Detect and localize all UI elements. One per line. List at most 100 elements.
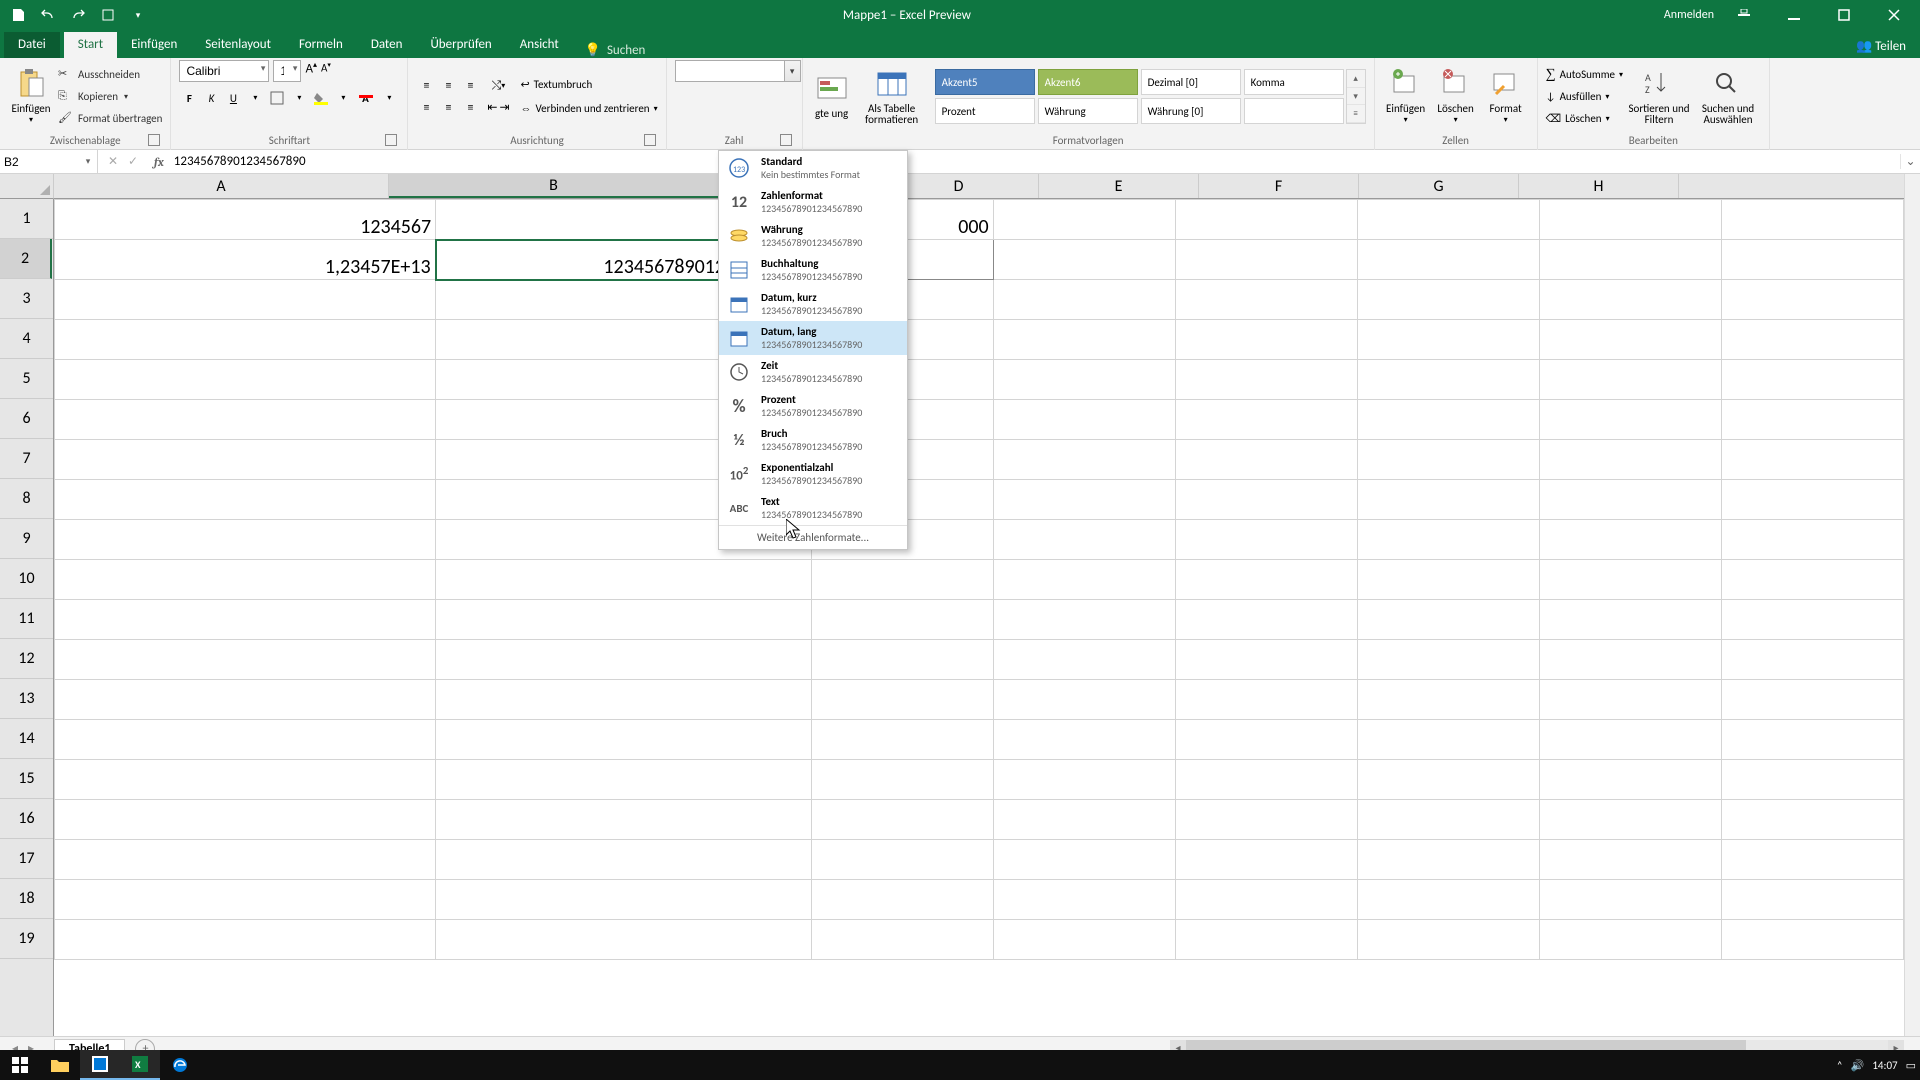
border-button[interactable]: [267, 88, 287, 108]
cell-D1[interactable]: [993, 200, 1175, 240]
align-bot[interactable]: ≡: [460, 76, 480, 96]
undo-icon[interactable]: [36, 3, 60, 27]
cell-B12[interactable]: [436, 640, 811, 680]
tab-view[interactable]: Ansicht: [506, 32, 573, 58]
row-header-12[interactable]: 12: [0, 639, 53, 679]
orientation-button[interactable]: ⤭▾: [488, 76, 508, 96]
cell-C18[interactable]: [811, 880, 993, 920]
fill-color-dd[interactable]: ▾: [333, 88, 353, 108]
align-top[interactable]: ≡: [416, 76, 436, 96]
fx-expand-icon[interactable]: ⌄: [1900, 154, 1920, 169]
row-header-5[interactable]: 5: [0, 359, 53, 399]
fill-color-button[interactable]: [311, 88, 331, 108]
row-header-19[interactable]: 19: [0, 919, 53, 959]
cells-area[interactable]: 1234567123450001,23457E+1312345678901234…: [54, 199, 1904, 1036]
number-format-input[interactable]: [675, 60, 785, 82]
cond-format-button[interactable]: gte ung: [811, 64, 853, 130]
nf-option-6[interactable]: Zeit12345678901234567890: [719, 355, 907, 389]
cell-F8[interactable]: [1357, 480, 1539, 520]
cell-F14[interactable]: [1357, 720, 1539, 760]
row-header-6[interactable]: 6: [0, 399, 53, 439]
cell-H5[interactable]: [1721, 360, 1903, 400]
cell-C15[interactable]: [811, 760, 993, 800]
nf-option-9[interactable]: 102 Exponentialzahl12345678901234567890: [719, 457, 907, 491]
cell-A18[interactable]: [55, 880, 436, 920]
cell-E18[interactable]: [1175, 880, 1357, 920]
close-icon[interactable]: [1874, 0, 1914, 30]
insert-button[interactable]: Einfügen▾: [1383, 64, 1429, 130]
col-header-A[interactable]: A: [54, 174, 389, 198]
style-prozent[interactable]: Prozent: [935, 98, 1035, 124]
cell-F15[interactable]: [1357, 760, 1539, 800]
col-header-B[interactable]: B: [389, 174, 719, 198]
col-header-F[interactable]: F: [1199, 174, 1359, 198]
volume-icon[interactable]: 🔊: [1851, 1059, 1865, 1072]
col-header-E[interactable]: E: [1039, 174, 1199, 198]
nf-option-2[interactable]: Währung12345678901234567890: [719, 219, 907, 253]
cell-C19[interactable]: [811, 920, 993, 960]
cell-G2[interactable]: [1539, 240, 1721, 280]
start-button[interactable]: [0, 1050, 40, 1080]
cut-button[interactable]: ✂Ausschneiden: [58, 65, 162, 85]
cell-F17[interactable]: [1357, 840, 1539, 880]
align-left[interactable]: ≡: [416, 98, 436, 118]
cell-A2[interactable]: 1,23457E+13: [55, 240, 436, 280]
store-icon[interactable]: [80, 1050, 120, 1080]
cell-E9[interactable]: [1175, 520, 1357, 560]
row-header-10[interactable]: 10: [0, 559, 53, 599]
cell-E10[interactable]: [1175, 560, 1357, 600]
cell-A19[interactable]: [55, 920, 436, 960]
paste-button[interactable]: Einfügen ▾: [8, 64, 54, 130]
delete-button[interactable]: Löschen▾: [1433, 64, 1479, 130]
maximize-icon[interactable]: [1824, 0, 1864, 30]
redo-icon[interactable]: [66, 3, 90, 27]
sum-button[interactable]: ∑AutoSumme▾: [1546, 65, 1623, 85]
cell-E11[interactable]: [1175, 600, 1357, 640]
row-header-2[interactable]: 2: [0, 239, 52, 279]
inc-indent[interactable]: ⇥: [499, 98, 509, 118]
cell-B13[interactable]: [436, 680, 811, 720]
cell-G3[interactable]: [1539, 280, 1721, 320]
minimize-icon[interactable]: [1774, 0, 1814, 30]
cell-G1[interactable]: [1539, 200, 1721, 240]
cell-H18[interactable]: [1721, 880, 1903, 920]
cell-D10[interactable]: [993, 560, 1175, 600]
align-dlaunch[interactable]: [644, 134, 656, 146]
cell-A6[interactable]: [55, 400, 436, 440]
row-header-8[interactable]: 8: [0, 479, 53, 519]
tab-review[interactable]: Überprüfen: [416, 32, 505, 58]
cell-F13[interactable]: [1357, 680, 1539, 720]
font-color-dd[interactable]: ▾: [379, 88, 399, 108]
cell-G18[interactable]: [1539, 880, 1721, 920]
cell-E13[interactable]: [1175, 680, 1357, 720]
gallery-more[interactable]: ▴▾≡: [1346, 69, 1366, 124]
format-painter-button[interactable]: 🖌Format übertragen: [58, 109, 162, 129]
formula-input[interactable]: [170, 151, 1900, 173]
cell-H2[interactable]: [1721, 240, 1903, 280]
sort-button[interactable]: AZSortieren und Filtern: [1627, 64, 1691, 130]
row-header-7[interactable]: 7: [0, 439, 53, 479]
font-color-button[interactable]: A: [355, 88, 375, 108]
cell-B18[interactable]: [436, 880, 811, 920]
cell-E7[interactable]: [1175, 440, 1357, 480]
cell-B19[interactable]: [436, 920, 811, 960]
cell-D17[interactable]: [993, 840, 1175, 880]
style-waehrung0[interactable]: Währung [0]: [1141, 98, 1241, 124]
tab-layout[interactable]: Seitenlayout: [191, 32, 285, 58]
bold-button[interactable]: F: [179, 88, 199, 108]
cell-A13[interactable]: [55, 680, 436, 720]
font-dlaunch[interactable]: [385, 134, 397, 146]
vertical-scrollbar[interactable]: [1904, 174, 1920, 1036]
cell-G12[interactable]: [1539, 640, 1721, 680]
col-header-G[interactable]: G: [1359, 174, 1519, 198]
cell-D5[interactable]: [993, 360, 1175, 400]
find-button[interactable]: Suchen und Auswählen: [1695, 64, 1761, 130]
cell-H10[interactable]: [1721, 560, 1903, 600]
cell-A11[interactable]: [55, 600, 436, 640]
dec-indent[interactable]: ⇤: [487, 98, 497, 118]
cell-A16[interactable]: [55, 800, 436, 840]
edge-icon[interactable]: [160, 1050, 200, 1080]
underline-dd[interactable]: ▾: [245, 88, 265, 108]
grow-font-icon[interactable]: A▴: [305, 60, 317, 82]
fx-icon[interactable]: fx: [148, 155, 170, 169]
